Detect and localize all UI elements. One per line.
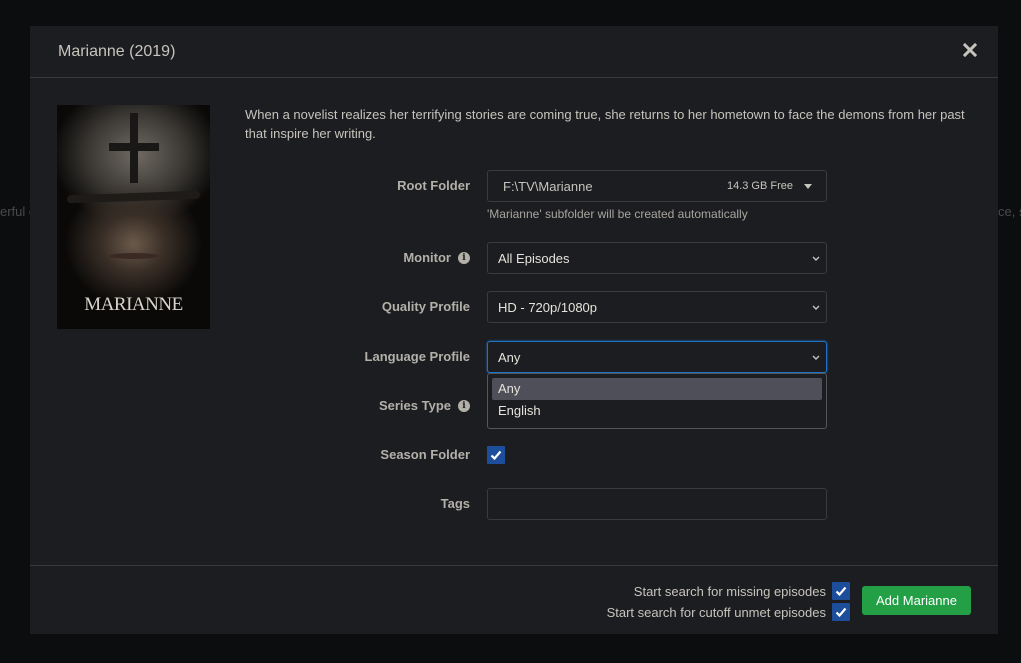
tags-label-text: Tags (440, 496, 470, 511)
poster-mouth (109, 253, 159, 259)
language-profile-label-text: Language Profile (364, 349, 470, 364)
season-folder-checkbox[interactable] (487, 446, 505, 464)
season-folder-label-text: Season Folder (380, 447, 470, 462)
close-icon (962, 42, 978, 58)
monitor-value: All Episodes (498, 250, 570, 266)
language-profile-value: Any (498, 349, 521, 365)
tags-label: Tags (441, 488, 470, 520)
modal-body: MARIANNE When a novelist realizes her te… (30, 78, 998, 564)
series-overview: When a novelist realizes her terrifying … (245, 107, 965, 141)
close-button[interactable] (962, 42, 978, 60)
monitor-label: Monitor i (403, 242, 470, 274)
modal-header: Marianne (2019) (30, 26, 998, 78)
monitor-label-text: Monitor (403, 250, 451, 265)
root-folder-label: Root Folder (397, 170, 470, 202)
series-type-label-text: Series Type (378, 398, 451, 413)
tags-input[interactable] (487, 488, 827, 520)
add-series-button[interactable]: Add Marianne (862, 586, 971, 615)
poster-blindfold (66, 190, 201, 204)
search-missing-checkbox[interactable] (832, 582, 850, 600)
background-text-fragment: erful c (0, 204, 30, 219)
root-folder-label-text: Root Folder (397, 178, 470, 193)
info-icon[interactable]: i (458, 400, 470, 412)
checkmark-icon (835, 607, 847, 618)
info-icon[interactable]: i (458, 252, 470, 264)
poster-title: MARIANNE (84, 294, 183, 315)
series-type-label: Series Type i (379, 390, 470, 422)
tags-row: Tags (245, 488, 827, 520)
quality-profile-label: Quality Profile (382, 291, 470, 323)
caret-down-icon (804, 184, 812, 189)
add-series-modal: Marianne (2019) MARIANNE When a novelist… (30, 26, 998, 634)
modal-title: Marianne (2019) (58, 42, 176, 60)
quality-profile-row: Quality Profile HD - 720p/1080p (245, 291, 827, 323)
search-missing-label: Start search for missing episodes (633, 583, 826, 599)
chevron-down-icon (812, 305, 820, 310)
checkmark-icon (490, 450, 502, 461)
season-folder-row: Season Folder (245, 439, 827, 471)
language-profile-row: Language Profile Any (245, 341, 827, 373)
search-cutoff-option: Start search for cutoff unmet episodes (607, 603, 850, 621)
dropdown-option-english[interactable]: English (492, 400, 822, 422)
quality-profile-value: HD - 720p/1080p (498, 299, 598, 315)
language-profile-label: Language Profile (365, 341, 470, 373)
language-profile-dropdown: Any English (487, 373, 827, 429)
background-text-fragment: ce, sa (998, 204, 1021, 219)
poster-cross-horizontal (109, 143, 159, 151)
modal-footer: Start search for missing episodes Start … (30, 565, 998, 634)
series-poster: MARIANNE (57, 105, 210, 329)
root-folder-select[interactable]: F:\TV\Marianne 14.3 GB Free (487, 170, 827, 202)
season-folder-label: Season Folder (380, 439, 470, 471)
search-missing-option: Start search for missing episodes (634, 582, 850, 600)
root-folder-row: Root Folder F:\TV\Marianne 14.3 GB Free … (245, 170, 827, 221)
search-cutoff-checkbox[interactable] (832, 603, 850, 621)
chevron-down-icon (812, 355, 820, 360)
checkmark-icon (835, 586, 847, 597)
root-folder-path: F:\TV\Marianne (503, 178, 593, 194)
monitor-row: Monitor i All Episodes (245, 242, 827, 274)
monitor-select[interactable]: All Episodes (487, 242, 827, 274)
chevron-down-icon (812, 256, 820, 261)
language-profile-select[interactable]: Any (487, 341, 827, 373)
dropdown-option-any[interactable]: Any (492, 378, 822, 400)
root-folder-help: 'Marianne' subfolder will be created aut… (487, 207, 748, 221)
quality-profile-label-text: Quality Profile (381, 299, 470, 314)
search-cutoff-label: Start search for cutoff unmet episodes (606, 604, 826, 620)
quality-profile-select[interactable]: HD - 720p/1080p (487, 291, 827, 323)
root-folder-free-space: 14.3 GB Free (726, 180, 793, 192)
